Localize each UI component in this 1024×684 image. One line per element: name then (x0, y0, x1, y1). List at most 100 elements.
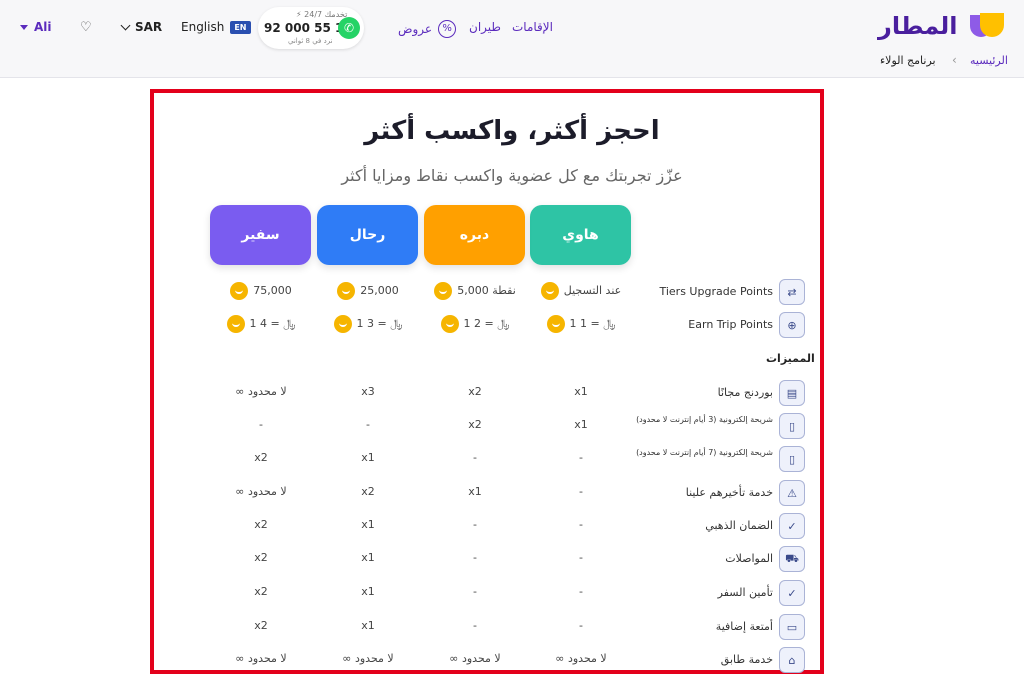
tier-value-cell: - (318, 418, 418, 431)
nav-offers[interactable]: عروض % (398, 20, 457, 38)
heart-icon[interactable]: ♡ (80, 20, 96, 36)
cell-value: - (473, 585, 477, 598)
tier-value-cell: - (531, 619, 631, 632)
tier-value-cell: - (425, 585, 525, 598)
support-response: نرد في 8 ثواني (288, 37, 333, 45)
row-label: الضمان الذهبي (705, 519, 773, 532)
nav-stays[interactable]: الإقامات (512, 20, 553, 34)
tier-value-cell: ∞ لا محدود (211, 485, 311, 498)
support-hours: ⚡ تخدمك 24/7 (296, 10, 348, 19)
tier-value-cell: ∞ لا محدود (211, 652, 311, 665)
currency-label: SAR (135, 20, 163, 34)
page-subtitle: عزّز تجربتك مع كل عضوية واكسب نقاط ومزاي… (341, 166, 683, 185)
cell-value: - (473, 518, 477, 531)
coin-icon (337, 282, 356, 300)
nav-offers-label: عروض (398, 22, 433, 36)
tier-value-cell: x2 (211, 518, 311, 531)
row-label: شريحة إلكترونية (3 أيام إنترنت لا محدود) (636, 415, 773, 424)
tier-value-cell: - (531, 485, 631, 498)
warning-icon: ⚠ (779, 480, 805, 506)
car-icon: ⛟ (779, 546, 805, 572)
cell-value: x1 (574, 385, 588, 398)
tier-card[interactable]: رحال (317, 205, 418, 265)
tier-card[interactable]: هاوي (530, 205, 631, 265)
percent-icon: % (438, 20, 457, 38)
nav-flights[interactable]: طيران (469, 20, 501, 34)
breadcrumb-home[interactable]: الرئيسيه (970, 54, 1008, 67)
plus-circle-icon: ⊕ (779, 312, 805, 338)
tier-value-cell: x1 (318, 585, 418, 598)
cell-value: - (366, 418, 370, 431)
user-name: Ali (34, 20, 52, 34)
tier-value-cell: x1 (318, 451, 418, 464)
tier-value-cell: - (425, 451, 525, 464)
cell-value: x2 (254, 451, 268, 464)
tier-value-cell: 5,000 نقطة (425, 282, 525, 300)
tier-value-cell: ∞ لا محدود (531, 652, 631, 665)
tier-value-cell: x1 (318, 551, 418, 564)
support-phone[interactable]: ⚡ تخدمك 24/7 92 000 55 11 نرد في 8 ثواني… (258, 7, 364, 49)
coin-icon (434, 282, 453, 300)
cell-value: 1 ﷼ = 4 (249, 317, 296, 330)
row-label: Tiers Upgrade Points (659, 285, 773, 298)
cell-value: x3 (361, 385, 375, 398)
cell-value: 1 ﷼ = 2 (463, 317, 510, 330)
cell-value: x2 (468, 385, 482, 398)
cell-value: ∞ لا محدود (449, 652, 501, 665)
tier-card[interactable]: دبره (424, 205, 525, 265)
cell-value: x2 (254, 585, 268, 598)
language-selector[interactable]: English EN (181, 20, 251, 34)
luggage-icon: ▭ (779, 614, 805, 640)
cell-value: - (259, 418, 263, 431)
tier-value-cell: - (531, 518, 631, 531)
tier-value-cell: - (531, 451, 631, 464)
coin-icon (226, 315, 245, 333)
shield-check-icon: ✓ (779, 513, 805, 539)
cell-value: ∞ لا محدود (235, 652, 287, 665)
sim-card-icon: ▯ (779, 413, 805, 439)
tier-value-cell: x1 (318, 518, 418, 531)
user-menu[interactable]: Ali (20, 20, 52, 34)
cell-value: x1 (361, 551, 375, 564)
cell-value: - (473, 451, 477, 464)
language-label: English (181, 20, 225, 34)
cell-value: 5,000 نقطة (457, 284, 516, 297)
tier-card[interactable]: سفير (210, 205, 311, 265)
tier-value-cell: 1 ﷼ = 1 (531, 315, 631, 333)
breadcrumb-separator: ‹ (952, 53, 957, 67)
sim-card-icon: ▯ (779, 446, 805, 472)
cell-value: x1 (361, 619, 375, 632)
cell-value: ∞ لا محدود (235, 385, 287, 398)
tier-value-cell: x2 (211, 619, 311, 632)
tier-value-cell: ∞ لا محدود (211, 385, 311, 398)
cell-value: 1 ﷼ = 1 (569, 317, 616, 330)
tier-value-cell: عند التسجيل (531, 282, 631, 300)
tier-value-cell: ∞ لا محدود (425, 652, 525, 665)
currency-selector[interactable]: SAR (120, 20, 163, 34)
features-heading: المميزات (766, 352, 815, 365)
tier-value-cell: ∞ لا محدود (318, 652, 418, 665)
coin-icon (333, 315, 352, 333)
coin-icon (540, 282, 559, 300)
logo-mark-icon (964, 13, 1004, 39)
logo[interactable]: المطار (878, 12, 1004, 40)
coin-icon (440, 315, 459, 333)
cell-value: - (579, 518, 583, 531)
tier-value-cell: x2 (211, 551, 311, 564)
top-bar (0, 0, 1024, 78)
cell-value: x1 (574, 418, 588, 431)
shield-check-icon: ✓ (779, 580, 805, 606)
cell-value: 1 ﷼ = 3 (356, 317, 403, 330)
tier-value-cell: x2 (211, 451, 311, 464)
whatsapp-icon: ✆ (338, 17, 360, 39)
row-label: تأمين السفر (717, 586, 773, 599)
tier-value-cell: - (211, 418, 311, 431)
lounge-icon: ⌂ (779, 647, 805, 673)
tier-value-cell: 75,000 (211, 282, 311, 300)
row-label: خدمة تأخيرهم علينا (685, 486, 773, 499)
cell-value: ∞ لا محدود (342, 652, 394, 665)
row-label: المواصلات (725, 552, 773, 565)
points-badge-icon: ⇄ (779, 279, 805, 305)
chevron-down-icon (120, 20, 131, 30)
cell-value: 75,000 (253, 284, 292, 297)
